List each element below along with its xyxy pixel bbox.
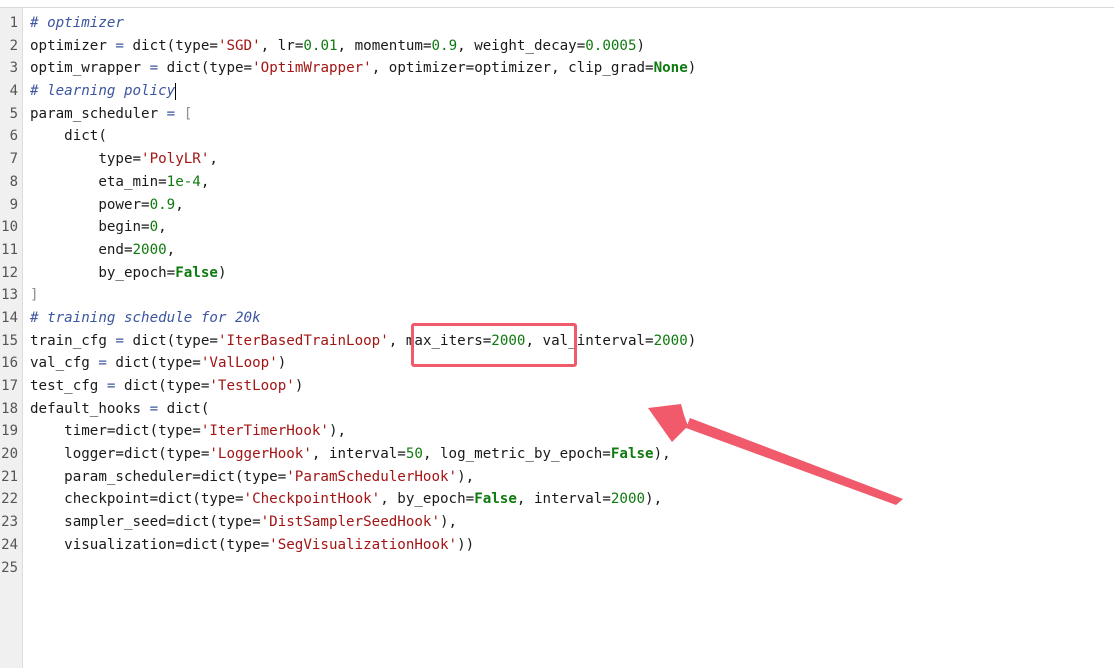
- annotation-arrow-icon: [648, 404, 903, 505]
- arrow-head: [648, 404, 688, 442]
- arrow-shaft: [686, 418, 903, 505]
